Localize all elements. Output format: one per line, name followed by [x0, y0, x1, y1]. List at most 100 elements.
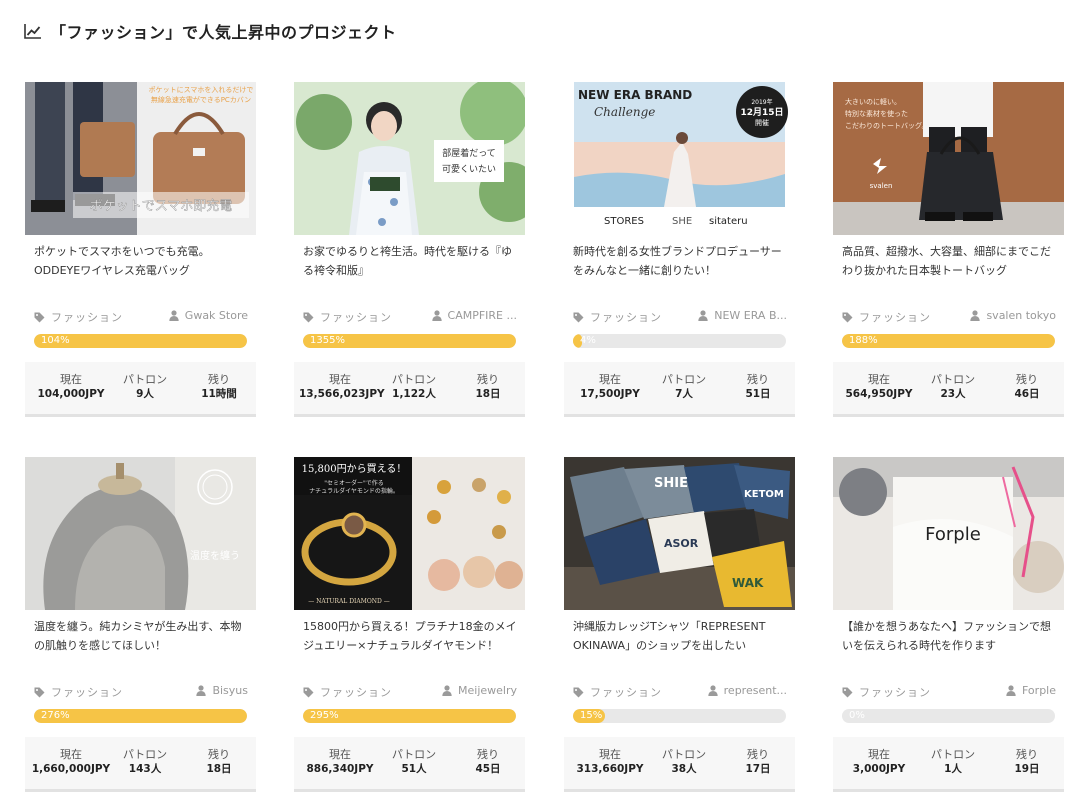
progress-bar: 4% [573, 334, 786, 348]
section-header: 「ファッション」で人気上昇中のプロジェクト [24, 19, 397, 43]
svg-text:WAK: WAK [732, 576, 764, 590]
category-label: ファッション [859, 311, 931, 324]
time-remaining: 18日 [475, 388, 501, 400]
project-card[interactable]: SHIE KETOM ASOR WAK 沖縄版カレッジTシャツ「REPRESEN… [564, 457, 795, 792]
category-tag[interactable]: ファッション [34, 684, 123, 700]
patron-count: 51人 [401, 763, 427, 775]
owner-name: represent... [723, 684, 787, 697]
category-tag[interactable]: ファッション [34, 309, 123, 325]
progress-bar: 1355% [303, 334, 516, 348]
project-card[interactable]: 温度を纏う 温度を纏う。純カシミヤが生み出す、本物の肌触りを感じてほしい！ ファ… [25, 457, 256, 792]
project-thumbnail[interactable]: 部屋着だって 可愛くいたい [294, 82, 525, 235]
time-remaining: 17日 [745, 763, 771, 775]
stat-label: 現在 [60, 373, 82, 386]
stat-current: 現在 104,000JPY [30, 373, 112, 401]
project-stats: 現在 564,950JPY パトロン 23人 残り 46日 [833, 362, 1064, 417]
project-title[interactable]: お家でゆるりと袴生活。時代を駆ける『ゆる袴令和版』 [303, 242, 517, 282]
progress-bar: 104% [34, 334, 247, 348]
patron-count: 1,122人 [392, 388, 436, 400]
project-card[interactable]: NEW ERA BRAND Challenge 2019年 12月15日 開催 … [564, 82, 795, 417]
stat-label: 残り [477, 373, 499, 386]
project-thumbnail[interactable]: 大きいのに軽い。 特別な素材を使った こだわりのトートバッグ。 svalen [833, 82, 1064, 235]
project-thumbnail[interactable]: SHIE KETOM ASOR WAK [564, 457, 795, 610]
svg-text:ASOR: ASOR [664, 537, 699, 550]
tag-icon [303, 312, 314, 322]
project-owner[interactable]: Forple [1006, 684, 1056, 697]
stat-patrons: パトロン 1,122人 [374, 373, 454, 401]
current-amount: 1,660,000JPY [31, 763, 111, 775]
svg-text:"セミオーダー"で作る: "セミオーダー"で作る [324, 479, 384, 487]
stat-current: 現在 13,566,023JPY [299, 373, 385, 401]
stat-current: 現在 3,000JPY [838, 748, 920, 776]
project-title[interactable]: 沖縄版カレッジTシャツ「REPRESENT OKINAWA」のショップを出したい [573, 617, 787, 657]
stat-label: 残り [208, 373, 230, 386]
project-owner[interactable]: NEW ERA B... [698, 309, 787, 322]
category-tag[interactable]: ファッション [573, 309, 662, 325]
patron-count: 38人 [671, 763, 697, 775]
category-label: ファッション [590, 686, 662, 699]
stat-label: 現在 [60, 748, 82, 761]
category-tag[interactable]: ファッション [303, 684, 392, 700]
project-owner[interactable]: CAMPFIRE ... [431, 309, 517, 322]
project-owner[interactable]: Bisyus [196, 684, 248, 697]
project-owner[interactable]: svalen tokyo [970, 309, 1056, 322]
project-thumbnail[interactable]: NEW ERA BRAND Challenge 2019年 12月15日 開催 … [564, 82, 795, 235]
stat-patrons: パトロン 38人 [644, 748, 724, 776]
project-owner[interactable]: Meijewelry [442, 684, 517, 697]
project-title[interactable]: 新時代を創る女性ブランドプロデューサーをみんなと一緒に創りたい！ [573, 242, 787, 282]
project-owner[interactable]: represent... [707, 684, 787, 697]
stat-label: パトロン [391, 748, 437, 761]
category-tag[interactable]: ファッション [573, 684, 662, 700]
project-thumbnail[interactable]: 温度を纏う [25, 457, 256, 610]
category-tag[interactable]: ファッション [303, 309, 392, 325]
stat-label: 現在 [329, 748, 351, 761]
stat-remaining: 残り 17日 [720, 748, 796, 776]
stat-patrons: パトロン 1人 [913, 748, 993, 776]
project-meta: ファッション Meijewelry [303, 684, 517, 700]
progress-bar: 188% [842, 334, 1055, 348]
project-owner[interactable]: Gwak Store [169, 309, 248, 322]
stat-remaining: 残り 18日 [181, 748, 257, 776]
stat-label: パトロン [122, 748, 168, 761]
current-amount: 313,660JPY [576, 763, 644, 775]
tag-icon [573, 312, 584, 322]
project-title[interactable]: 【誰かを想うあなたへ】ファッションで想いを伝えられる時代を作ります [842, 617, 1056, 657]
user-icon [970, 310, 981, 321]
tag-icon [573, 687, 584, 697]
svg-text:SHIE: SHIE [654, 476, 688, 491]
project-thumbnail[interactable]: ポケットにスマホを入れるだけで 無線急速充電ができるPCカバン ポケットでスマホ… [25, 82, 256, 235]
stat-label: 現在 [599, 373, 621, 386]
svg-text:ポケットにスマホを入れるだけで: ポケットにスマホを入れるだけで [149, 86, 254, 94]
stat-label: パトロン [122, 373, 168, 386]
stat-patrons: パトロン 7人 [644, 373, 724, 401]
progress-percent: 295% [310, 710, 339, 721]
time-remaining: 46日 [1014, 388, 1040, 400]
project-title[interactable]: ポケットでスマホをいつでも充電。ODDEYEワイヤレス充電バッグ [34, 242, 248, 282]
stat-remaining: 残り 51日 [720, 373, 796, 401]
svg-text:温度を纏う: 温度を纏う [190, 549, 240, 562]
stat-patrons: パトロン 143人 [105, 748, 185, 776]
project-title[interactable]: 高品質、超撥水、大容量、細部にまでこだわり抜かれた日本製トートバッグ [842, 242, 1056, 282]
project-card[interactable]: Forple 【誰かを想うあなたへ】ファッションで想いを伝えられる時代を作ります… [833, 457, 1064, 792]
current-amount: 104,000JPY [37, 388, 105, 400]
project-card[interactable]: 15,800円から買える！ "セミオーダー"で作る ナチュラルダイヤモンドの指輪… [294, 457, 525, 792]
category-label: ファッション [859, 686, 931, 699]
stat-label: パトロン [391, 373, 437, 386]
project-thumbnail[interactable]: 15,800円から買える！ "セミオーダー"で作る ナチュラルダイヤモンドの指輪… [294, 457, 525, 610]
time-remaining: 19日 [1014, 763, 1040, 775]
project-thumbnail[interactable]: Forple [833, 457, 1064, 610]
category-tag[interactable]: ファッション [842, 309, 931, 325]
stat-label: 残り [747, 373, 769, 386]
project-title[interactable]: 15800円から買える！プラチナ18金のメイジュエリー×ナチュラルダイヤモンド！ [303, 617, 517, 657]
project-meta: ファッション Bisyus [34, 684, 248, 700]
project-meta: ファッション represent... [573, 684, 787, 700]
stat-remaining: 残り 18日 [450, 373, 526, 401]
progress-percent: 188% [849, 335, 878, 346]
svg-text:NEW ERA BRAND: NEW ERA BRAND [578, 88, 692, 102]
category-tag[interactable]: ファッション [842, 684, 931, 700]
project-card[interactable]: ポケットにスマホを入れるだけで 無線急速充電ができるPCカバン ポケットでスマホ… [25, 82, 256, 417]
project-meta: ファッション Gwak Store [34, 309, 248, 325]
project-title[interactable]: 温度を纏う。純カシミヤが生み出す、本物の肌触りを感じてほしい！ [34, 617, 248, 657]
project-card[interactable]: 部屋着だって 可愛くいたい お家でゆるりと袴生活。時代を駆ける『ゆる袴令和版』 … [294, 82, 525, 417]
project-card[interactable]: 大きいのに軽い。 特別な素材を使った こだわりのトートバッグ。 svalen 高… [833, 82, 1064, 417]
